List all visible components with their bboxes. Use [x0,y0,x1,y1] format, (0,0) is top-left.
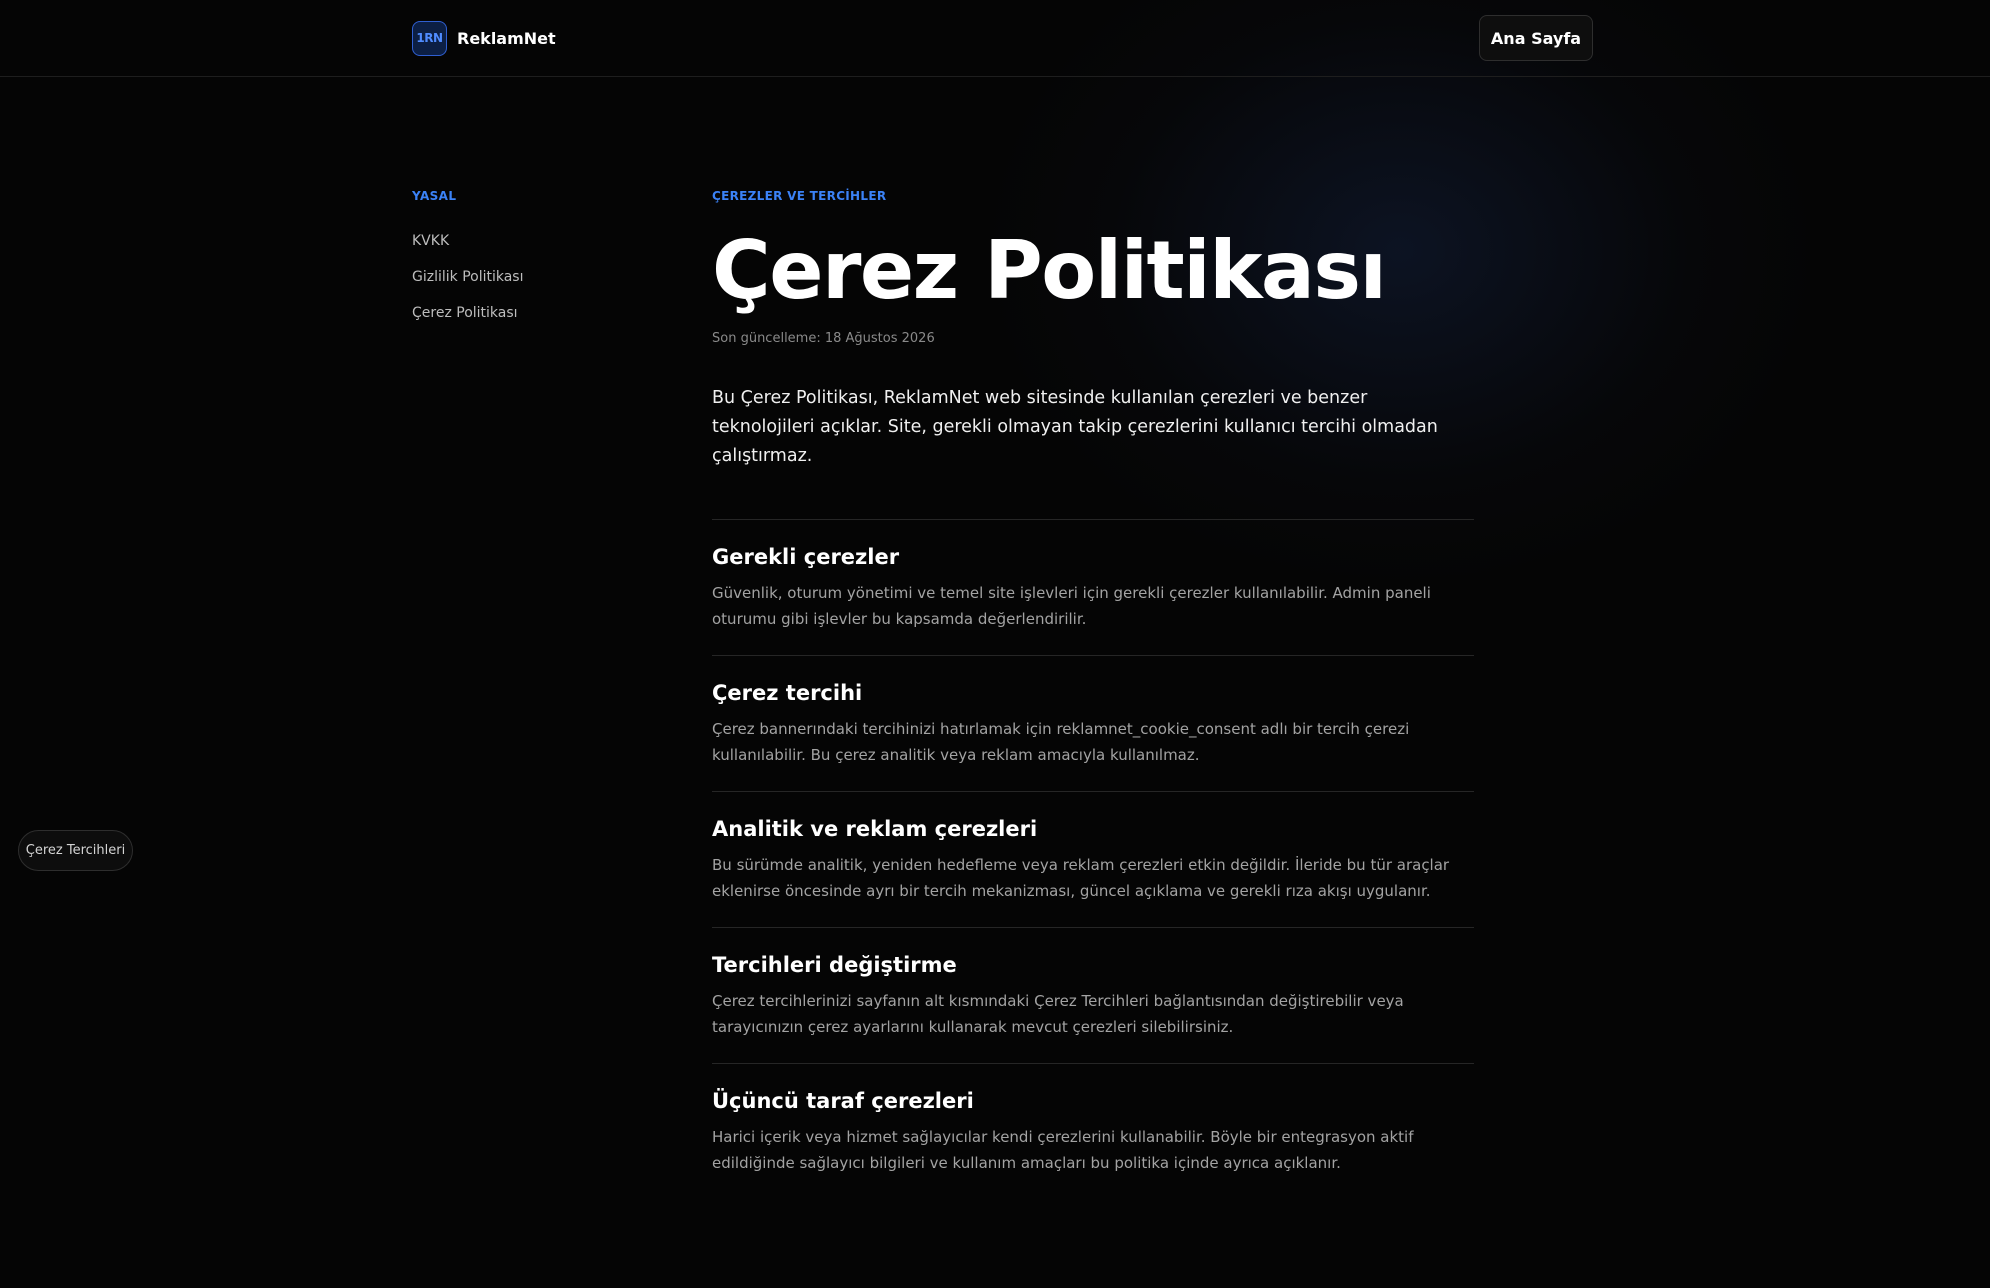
section-body: Güvenlik, oturum yönetimi ve temel site … [712,584,1431,628]
section-body: Çerez bannerındaki tercihinizi hatırlama… [712,720,1410,764]
section-heading: Üçüncü taraf çerezleri [712,1089,974,1113]
home-button[interactable]: Ana Sayfa [1479,15,1593,61]
brand-logo-link[interactable]: 1RN ReklamNet [412,20,556,56]
page-title: Çerez Politikası [712,224,1387,317]
sidebar-item-privacy-policy[interactable]: Gizlilik Politikası [412,267,652,303]
sidebar-links: KVKK Gizlilik Politikası Çerez Politikas… [412,231,652,339]
brand-name: ReklamNet [457,28,556,48]
policy-section: Tercihleri değiştirme Çerez tercihlerini… [712,927,1474,1063]
sidebar-item-kvkk[interactable]: KVKK [412,231,652,267]
legal-sidebar: YASAL KVKK Gizlilik Politikası Çerez Pol… [412,189,652,339]
section-heading: Analitik ve reklam çerezleri [712,817,1038,841]
sidebar-item-cookie-policy[interactable]: Çerez Politikası [412,303,652,339]
policy-sections: Gerekli çerezler Güvenlik, oturum yöneti… [712,519,1474,1199]
logo-badge-icon: 1RN [412,20,447,56]
policy-content: ÇEREZLER VE TERCİHLER Çerez Politikası S… [712,189,1474,1199]
section-body: Bu sürümde analitik, yeniden hedefleme v… [712,856,1450,900]
sidebar-heading: YASAL [412,189,457,203]
cookie-preferences-button[interactable]: Çerez Tercihleri [18,830,133,871]
policy-section: Üçüncü taraf çerezleri Harici içerik vey… [712,1063,1474,1199]
intro-paragraph: Bu Çerez Politikası, ReklamNet web sites… [712,388,1438,466]
last-updated-date: Son güncelleme: 18 Ağustos 2026 [712,331,935,346]
policy-section: Gerekli çerezler Güvenlik, oturum yöneti… [712,519,1474,655]
policy-section: Analitik ve reklam çerezleri Bu sürümde … [712,791,1474,927]
section-eyebrow: ÇEREZLER VE TERCİHLER [712,189,887,203]
section-heading: Tercihleri değiştirme [712,953,957,977]
section-heading: Çerez tercihi [712,681,863,705]
section-body: Harici içerik veya hizmet sağlayıcılar k… [712,1128,1414,1172]
policy-section: Çerez tercihi Çerez bannerındaki tercihi… [712,655,1474,791]
top-navigation-bar: 1RN ReklamNet Ana Sayfa [0,0,1990,77]
section-heading: Gerekli çerezler [712,545,900,569]
section-body: Çerez tercihlerinizi sayfanın alt kısmın… [712,992,1404,1036]
